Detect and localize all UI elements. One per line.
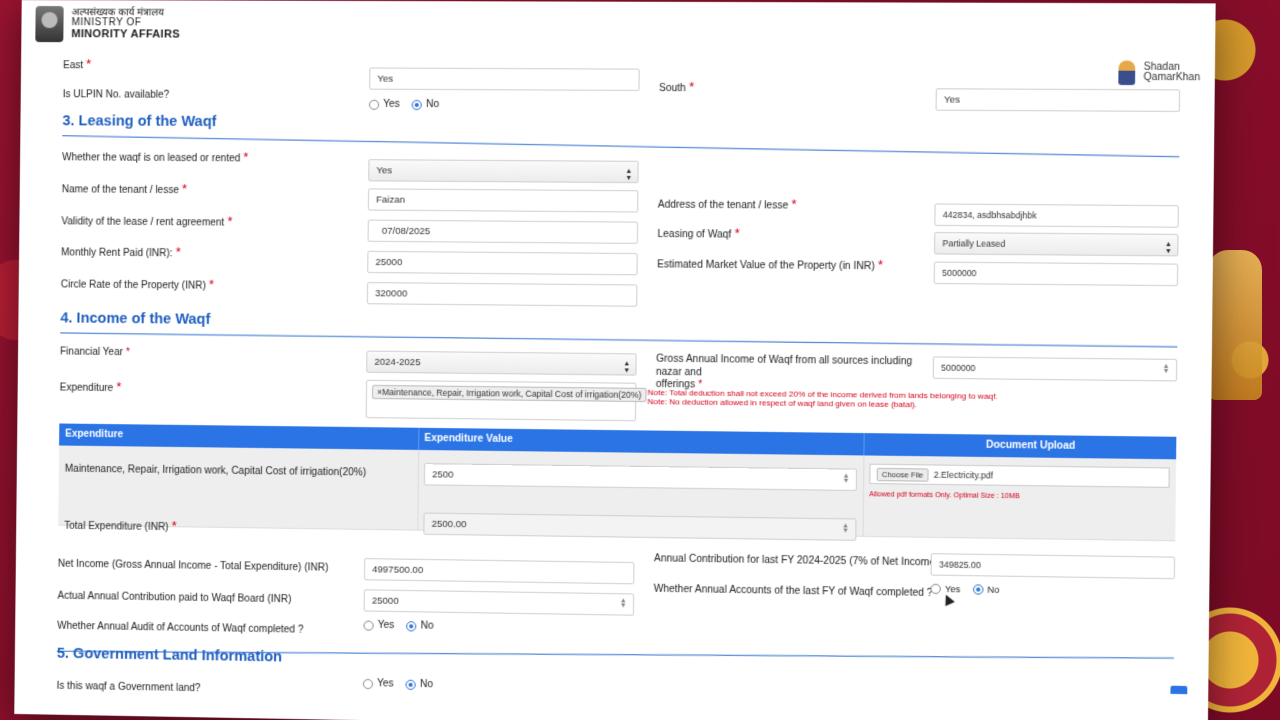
annual-contribution-input: 349825.00 — [930, 553, 1176, 580]
user-avatar-icon — [1118, 60, 1136, 86]
number-spinner-icon[interactable]: ▲ ▼ — [1162, 363, 1169, 375]
section-income-title: 4. Income of the Waqf — [60, 310, 211, 328]
leased-label: Whether the waqf is on leased or rented * — [62, 149, 249, 165]
section-govt-land-title: 5. Government Land Information — [56, 645, 283, 666]
audit-completed-label: Whether Annual Audit of Accounts of Waqf… — [57, 620, 304, 636]
document-file-input[interactable]: Choose File 2.Electricity.pdf — [869, 463, 1170, 488]
audit-yes-radio[interactable] — [363, 620, 374, 631]
govt-land-yes-radio[interactable] — [362, 678, 374, 689]
number-spinner-icon: ▲ ▼ — [841, 522, 850, 535]
validity-label: Validity of the lease / rent agreement * — [61, 213, 233, 229]
accounts-no-radio[interactable] — [972, 584, 984, 595]
section-divider — [60, 332, 1178, 348]
ulpin-no-radio[interactable] — [411, 99, 423, 110]
select-arrow-icon: ▲ ▼ — [1164, 240, 1173, 256]
tenant-address-input[interactable]: 442834, asdbhsabdjhbk — [934, 203, 1179, 228]
audit-radio-group: Yes No — [363, 620, 441, 632]
leased-select[interactable]: Yes ▲ ▼ — [368, 159, 639, 184]
east-label: East * — [63, 56, 92, 72]
fy-label: Financial Year * — [60, 346, 131, 359]
rent-label: Monthly Rent Paid (INR): * — [61, 244, 181, 260]
user-last-name: QamarKhan — [1143, 71, 1201, 84]
choose-file-button[interactable]: Choose File — [876, 467, 929, 482]
market-value-input[interactable]: 5000000 — [933, 261, 1179, 287]
accounts-yes-radio[interactable] — [930, 583, 941, 595]
section-leasing-title: 3. Leasing of the Waqf — [62, 113, 217, 131]
market-value-label: Estimated Market Value of the Property (… — [657, 257, 884, 273]
south-label: South * — [658, 78, 695, 95]
south-input[interactable]: Yes — [935, 88, 1181, 112]
col-document-upload: Document Upload — [985, 439, 1076, 452]
actual-contribution-input[interactable]: 25000 ▲ ▼ — [363, 589, 635, 616]
audit-no-radio[interactable] — [406, 620, 417, 631]
number-spinner-icon[interactable]: ▲ ▼ — [620, 597, 627, 609]
lantern-decoration — [1208, 250, 1262, 400]
rent-input[interactable]: 25000 — [367, 250, 638, 276]
uploaded-file-name: 2.Electricity.pdf — [933, 469, 994, 481]
leasing-of-waqf-label: Leasing of Waqf * — [657, 225, 740, 241]
deduction-note-2: Note: No deduction allowed in respect of… — [647, 397, 917, 410]
total-expenditure-input: 2500.00 ▲ ▼ — [423, 512, 857, 541]
user-menu[interactable]: Shadan QamarKhan — [1118, 60, 1201, 86]
expenditure-tag[interactable]: ×Maintenance, Repair, Irrigation work, C… — [371, 384, 647, 403]
ulpin-label: Is ULPIN No. available? — [62, 89, 170, 101]
select-arrow-icon: ▲ ▼ — [623, 360, 631, 375]
col-expenditure: Expenditure — [65, 428, 124, 441]
annual-contribution-label: Annual Contribution for last FY 2024-202… — [653, 553, 967, 569]
expenditure-table: Expenditure Expenditure Value Document U… — [58, 423, 1177, 542]
national-emblem-icon — [35, 6, 64, 43]
accounts-completed-label: Whether Annual Accounts of the last FY o… — [653, 583, 933, 600]
tenant-name-input[interactable]: Faizan — [367, 188, 639, 213]
tenant-address-label: Address of the tenant / lesse * — [657, 196, 797, 212]
browser-screen: अल्पसंख्यक कार्य मंत्रालय MINISTRY OF MI… — [14, 0, 1216, 720]
ulpin-yes-radio[interactable] — [368, 99, 380, 110]
ulpin-radio-group: Yes No — [368, 99, 447, 110]
tenant-name-label: Name of the tenant / lesse * — [61, 181, 188, 197]
column-divider — [418, 427, 420, 450]
actual-contribution-label: Actual Annual Contribution paid to Waqf … — [57, 590, 292, 606]
govt-land-no-radio[interactable] — [405, 679, 417, 690]
expenditure-label: Expenditure * — [59, 379, 122, 395]
east-input[interactable]: Yes — [369, 67, 640, 91]
govt-land-radio-group: Yes No — [362, 678, 441, 690]
col-expenditure-value: Expenditure Value — [424, 432, 513, 446]
mouse-cursor-icon — [941, 592, 955, 607]
fy-select[interactable]: 2024-2025 ▲ ▼ — [366, 350, 637, 376]
scroll-to-top-button[interactable] — [1170, 685, 1188, 695]
gross-income-input[interactable]: 5000000 ▲ ▼ — [932, 356, 1178, 382]
net-income-label: Net Income (Gross Annual Income - Total … — [57, 558, 329, 574]
select-arrow-icon: ▲ ▼ — [625, 167, 633, 183]
leasing-of-waqf-select[interactable]: Partially Leased ▲ ▼ — [934, 232, 1179, 257]
number-spinner-icon[interactable]: ▲ ▼ — [842, 472, 849, 484]
total-expenditure-label: Total Expenditure (INR) * — [64, 518, 177, 534]
ministry-logo: अल्पसंख्यक कार्य मंत्रालय MINISTRY OF MI… — [35, 6, 180, 43]
circle-rate-label: Circle Rate of the Property (INR) * — [60, 276, 215, 292]
column-divider — [863, 433, 865, 456]
validity-date-input[interactable]: 07/08/2025 — [367, 219, 639, 244]
expenditure-multiselect[interactable]: ×Maintenance, Repair, Irrigation work, C… — [365, 379, 647, 422]
circle-rate-input[interactable]: 320000 — [366, 282, 638, 307]
logo-line2: MINORITY AFFAIRS — [71, 27, 180, 41]
accounts-radio-group: Yes No — [930, 583, 1007, 595]
govt-land-label: Is this waqf a Government land? — [56, 680, 201, 695]
net-income-input: 4997500.00 — [363, 558, 635, 585]
